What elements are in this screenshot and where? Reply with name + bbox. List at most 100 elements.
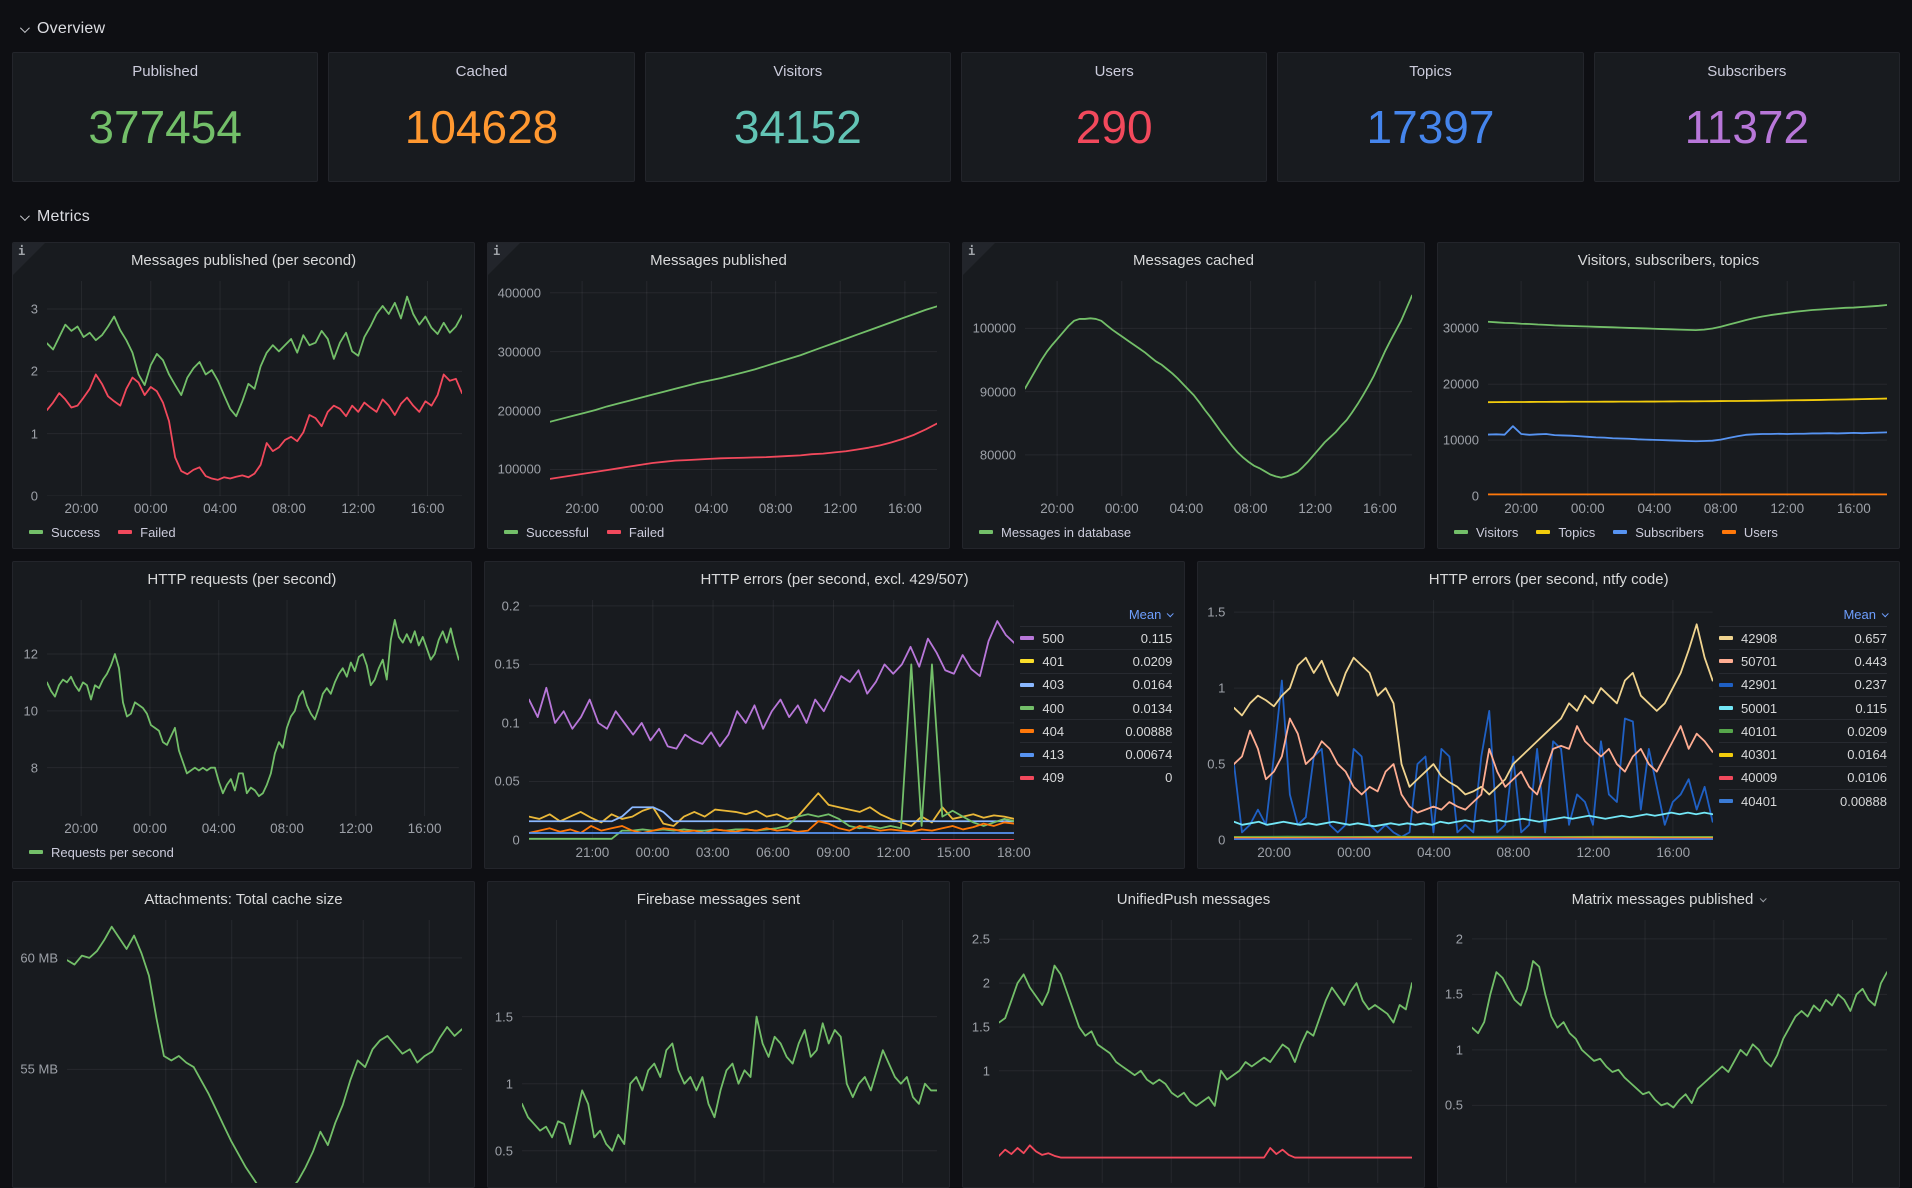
chart-plot[interactable]: [47, 600, 459, 816]
x-tick-label: 00:00: [1571, 501, 1605, 516]
chevron-down-icon: [20, 211, 30, 221]
panel-title[interactable]: Firebase messages sent: [488, 882, 949, 916]
chart-plot[interactable]: [1234, 600, 1713, 840]
section-header-overview[interactable]: Overview: [20, 14, 1900, 44]
chart-plot[interactable]: [550, 281, 937, 496]
panel-title[interactable]: Visitors, subscribers, topics: [1438, 243, 1899, 277]
legend-table-row[interactable]: 429080.657: [1719, 626, 1887, 649]
y-axis: 0.511.52: [1442, 920, 1472, 1183]
legend-table-sort-mean[interactable]: Mean: [1020, 602, 1172, 626]
chart-plot[interactable]: [522, 920, 937, 1183]
chart-plot[interactable]: [529, 600, 1015, 840]
legend-item[interactable]: Successful: [504, 525, 589, 540]
panel-title[interactable]: Messages published: [488, 243, 949, 277]
legend-table-row[interactable]: 4010.0209: [1020, 649, 1172, 672]
legend-table-row[interactable]: 4000.0134: [1020, 696, 1172, 719]
series-code: 413: [1042, 747, 1064, 762]
legend-item[interactable]: Messages in database: [979, 525, 1131, 540]
y-tick-label: 1: [492, 1076, 513, 1091]
legend-table-row[interactable]: 5000.115: [1020, 626, 1172, 649]
legend-swatch: [1020, 683, 1034, 687]
x-axis: 20:0000:0004:0008:0012:0016:00: [47, 496, 462, 520]
legend-item[interactable]: Failed: [607, 525, 664, 540]
x-tick-label: 16:00: [408, 821, 442, 836]
series-code: 42908: [1741, 631, 1777, 646]
series-mean-value: 0.0209: [1847, 724, 1887, 739]
legend-item[interactable]: Subscribers: [1613, 525, 1704, 540]
x-tick-label: 00:00: [630, 501, 664, 516]
info-corner-icon[interactable]: i: [963, 243, 995, 275]
legend-swatch: [1020, 776, 1034, 780]
y-axis: 100000200000300000400000: [492, 281, 550, 496]
chart-plot[interactable]: [1488, 281, 1887, 496]
legend-table-row[interactable]: 4090: [1020, 766, 1172, 789]
legend-swatch: [1719, 729, 1733, 733]
legend-table-row[interactable]: 507010.443: [1719, 649, 1887, 672]
chevron-down-icon: [1882, 610, 1889, 617]
legend-table-row[interactable]: 4030.0164: [1020, 673, 1172, 696]
legend-table-row[interactable]: 429010.237: [1719, 673, 1887, 696]
legend-item[interactable]: Topics: [1536, 525, 1595, 540]
y-tick-label: 20000: [1442, 377, 1479, 392]
legend-swatch: [1719, 706, 1733, 710]
series-code: 40401: [1741, 794, 1777, 809]
panel-title[interactable]: HTTP errors (per second, ntfy code): [1198, 562, 1899, 596]
chart-legend: Successful Failed: [492, 520, 937, 544]
panel-title[interactable]: Messages cached: [963, 243, 1424, 277]
y-tick-label: 10: [17, 703, 38, 718]
panel-title[interactable]: Messages published (per second): [13, 243, 474, 277]
section-header-metrics[interactable]: Metrics: [20, 202, 1900, 232]
legend-table-row[interactable]: 4040.00888: [1020, 719, 1172, 742]
x-axis: 20:0000:0004:0008:0012:0016:00: [1488, 496, 1887, 520]
series-code: 400: [1042, 701, 1064, 716]
legend-table-row[interactable]: 40101 0.0209: [1719, 719, 1887, 742]
series-code: 40301: [1741, 747, 1777, 762]
x-tick-label: 16:00: [411, 501, 445, 516]
legend-table-sort-mean[interactable]: Mean: [1719, 602, 1887, 626]
info-corner-icon[interactable]: i: [488, 243, 520, 275]
legend-swatch: [1722, 530, 1736, 534]
chart-legend: Visitors Topics Subscribers Users: [1442, 520, 1887, 544]
chart-plot[interactable]: [1025, 281, 1412, 496]
chart-legend: Success Failed: [17, 520, 462, 544]
legend-table-row[interactable]: 4130.00674: [1020, 742, 1172, 765]
legend-swatch: [29, 850, 43, 854]
x-tick-label: 00:00: [133, 821, 167, 836]
legend-item[interactable]: Visitors: [1454, 525, 1518, 540]
chart-plot[interactable]: [1472, 920, 1887, 1183]
legend-table-row[interactable]: 400090.0106: [1719, 766, 1887, 789]
legend-item[interactable]: Success: [29, 525, 100, 540]
legend-label: Failed: [629, 525, 664, 540]
x-tick-label: 08:00: [270, 821, 304, 836]
panel-matrix-messages: Matrix messages published 0.511.52: [1437, 881, 1900, 1188]
y-tick-label: 300000: [492, 344, 541, 359]
legend-item[interactable]: Requests per second: [29, 845, 174, 860]
chart-plot[interactable]: [47, 281, 462, 496]
chart-plot[interactable]: [67, 920, 462, 1183]
panel-visitors-subscribers-topics: Visitors, subscribers, topics 0100002000…: [1437, 242, 1900, 549]
y-tick-label: 200000: [492, 403, 541, 418]
series-code: 40101: [1741, 724, 1777, 739]
panel-title[interactable]: HTTP requests (per second): [13, 562, 471, 596]
legend-swatch: [1020, 729, 1034, 733]
legend-item[interactable]: Users: [1722, 525, 1778, 540]
x-axis: 20:0000:0004:0008:0012:0016:00: [1234, 840, 1713, 864]
legend-item[interactable]: Failed: [118, 525, 175, 540]
stat-panel-subscribers: Subscribers 11372: [1594, 52, 1900, 182]
y-tick-label: 0: [489, 833, 520, 848]
panel-http-requests: HTTP requests (per second) 81012 20:0000…: [12, 561, 472, 869]
y-tick-label: 100000: [492, 462, 541, 477]
legend-table-row[interactable]: 403010.0164: [1719, 742, 1887, 765]
legend-table-row[interactable]: 404010.00888: [1719, 789, 1887, 812]
y-tick-label: 8: [17, 760, 38, 775]
x-tick-label: 03:00: [696, 845, 730, 860]
panel-title[interactable]: UnifiedPush messages: [963, 882, 1424, 916]
section-label: Overview: [37, 20, 105, 38]
panel-title[interactable]: HTTP errors (per second, excl. 429/507): [485, 562, 1185, 596]
panel-title[interactable]: Matrix messages published: [1438, 882, 1899, 916]
chart-plot[interactable]: [999, 920, 1412, 1183]
panel-title[interactable]: Attachments: Total cache size: [13, 882, 474, 916]
info-corner-icon[interactable]: i: [13, 243, 45, 275]
x-tick-label: 04:00: [203, 501, 237, 516]
legend-table-row[interactable]: 500010.115: [1719, 696, 1887, 719]
